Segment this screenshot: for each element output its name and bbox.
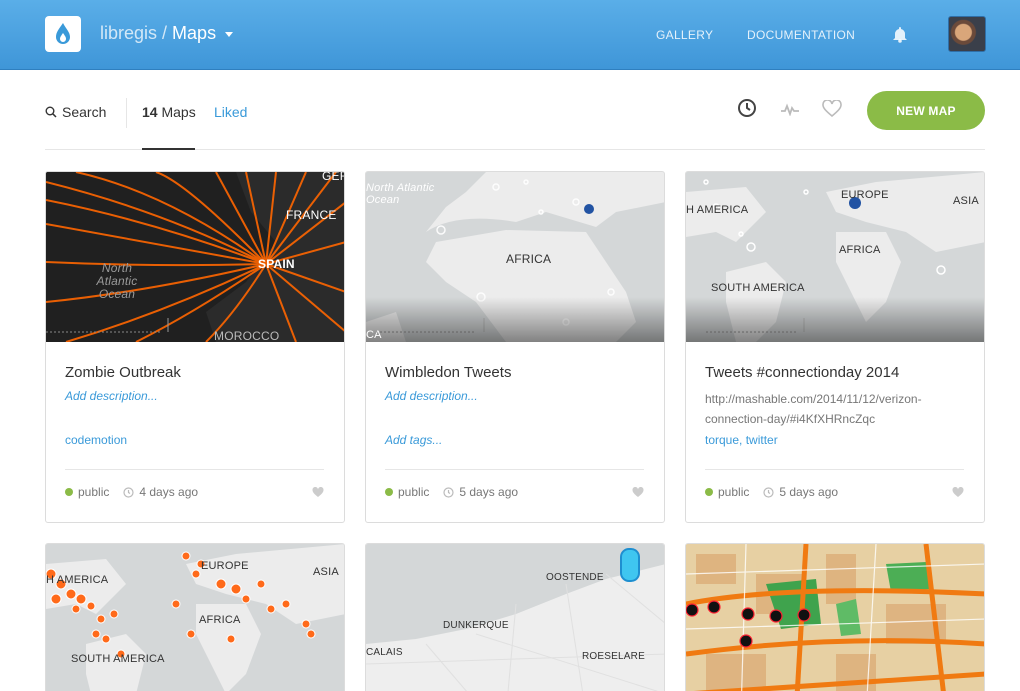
map-label: CA (366, 329, 382, 341)
map-thumbnail[interactable]: GER FRANCE SPAIN North Atlantic Ocean MO… (46, 172, 344, 342)
map-label: SOUTH AMERICA (71, 653, 165, 665)
map-card[interactable] (685, 543, 985, 691)
map-label: H AMERICA (46, 574, 109, 586)
map-thumbnail-graphic (46, 544, 344, 691)
map-label: EUROPE (201, 560, 249, 572)
thumbnail-shade (686, 297, 984, 342)
map-tags[interactable]: torque, twitter (705, 433, 778, 447)
updated-time: 5 days ago (779, 485, 839, 499)
map-label: CALAIS (366, 647, 403, 658)
search-icon (45, 106, 57, 118)
map-title[interactable]: Zombie Outbreak (65, 364, 181, 381)
card-divider (65, 469, 324, 470)
map-thumbnail[interactable]: North Atlantic Ocean AFRICA CA (366, 172, 664, 342)
map-label: AFRICA (506, 252, 552, 266)
map-label: ASIA (953, 195, 979, 207)
privacy-dot-icon (385, 488, 393, 496)
map-card[interactable]: EUROPE H AMERICA ASIA AFRICA SOUTH AMERI… (685, 171, 985, 523)
card-divider (705, 469, 964, 470)
active-tab-indicator (142, 148, 195, 150)
map-label: OOSTENDE (546, 572, 604, 583)
top-navigation-bar: libregis / Maps GALLERY DOCUMENTATION (0, 0, 1020, 70)
heart-icon[interactable] (822, 100, 842, 118)
card-meta: public 5 days ago (385, 485, 518, 499)
map-description[interactable]: http://mashable.com/2014/11/12/verizon-c… (705, 389, 965, 429)
nav-documentation-link[interactable]: DOCUMENTATION (747, 28, 855, 42)
map-tags[interactable]: codemotion (65, 433, 127, 447)
new-map-button[interactable]: NEW MAP (867, 91, 985, 130)
map-card[interactable]: H AMERICA EUROPE ASIA AFRICA SOUTH AMERI… (45, 543, 345, 691)
privacy-label[interactable]: public (718, 485, 749, 499)
avatar[interactable] (948, 16, 986, 52)
chevron-down-icon[interactable] (225, 31, 234, 37)
map-thumbnail[interactable]: H AMERICA EUROPE ASIA AFRICA SOUTH AMERI… (46, 544, 344, 691)
maps-count: 14 (142, 104, 158, 120)
clock-icon (443, 486, 454, 498)
map-label: ASIA (313, 566, 339, 578)
thumbnail-shade (366, 297, 664, 342)
add-description-link[interactable]: Add description... (65, 389, 158, 403)
map-label: North Atlantic Ocean (366, 182, 435, 206)
updated-time: 4 days ago (139, 485, 199, 499)
nav-gallery-link[interactable]: GALLERY (656, 28, 713, 42)
map-thumbnail[interactable]: EUROPE H AMERICA ASIA AFRICA SOUTH AMERI… (686, 172, 984, 342)
breadcrumb-section[interactable]: Maps (172, 23, 216, 43)
map-label: DUNKERQUE (443, 620, 509, 631)
map-card[interactable]: GER FRANCE SPAIN North Atlantic Ocean MO… (45, 171, 345, 523)
map-title[interactable]: Tweets #connectionday 2014 (705, 364, 899, 381)
map-thumbnail[interactable] (686, 544, 984, 691)
map-label: North Atlantic Ocean (96, 261, 138, 301)
clock-icon[interactable] (737, 98, 757, 118)
like-heart-icon[interactable] (312, 487, 324, 498)
like-heart-icon[interactable] (952, 487, 964, 498)
privacy-label[interactable]: public (398, 485, 429, 499)
bell-icon[interactable] (892, 26, 908, 43)
search-label: Search (62, 104, 107, 120)
toolbar-divider (126, 98, 127, 128)
card-body: Zombie Outbreak Add description... codem… (46, 342, 344, 522)
privacy-dot-icon (705, 488, 713, 496)
card-divider (385, 469, 644, 470)
map-label: AFRICA (199, 614, 241, 626)
card-body: Tweets #connectionday 2014 http://mashab… (686, 342, 984, 522)
map-label: EUROPE (841, 189, 889, 201)
map-label: SPAIN (258, 257, 295, 271)
map-label: GER (322, 172, 344, 183)
card-meta: public 4 days ago (65, 485, 198, 499)
maps-tab-label: Maps (161, 104, 196, 120)
add-tags-link[interactable]: Add tags... (385, 433, 442, 447)
map-card[interactable]: North Atlantic Ocean AFRICA CA Wimbledon… (365, 171, 665, 523)
clock-icon (763, 486, 774, 498)
maps-toolbar: Search 14 Maps Liked NEW MAP (45, 90, 985, 150)
breadcrumb-user[interactable]: libregis / (100, 23, 167, 43)
map-thumbnail[interactable]: OOSTENDE DUNKERQUE CALAIS ROESELARE (366, 544, 664, 691)
map-label: H AMERICA (686, 204, 749, 216)
like-heart-icon[interactable] (632, 487, 644, 498)
privacy-label[interactable]: public (78, 485, 109, 499)
map-thumbnail-graphic (46, 172, 344, 342)
map-thumbnail-graphic (366, 544, 664, 691)
map-title[interactable]: Wimbledon Tweets (385, 364, 511, 381)
app-logo[interactable] (45, 16, 81, 52)
privacy-dot-icon (65, 488, 73, 496)
card-meta: public 5 days ago (705, 485, 838, 499)
tab-liked[interactable]: Liked (214, 104, 247, 120)
clock-icon (123, 486, 134, 498)
search-button[interactable]: Search (45, 104, 106, 120)
breadcrumb[interactable]: libregis / Maps (100, 23, 234, 44)
map-label: ROESELARE (582, 651, 645, 662)
card-body: Wimbledon Tweets Add description... Add … (366, 342, 664, 522)
map-label: MOROCCO (214, 329, 280, 342)
tab-maps[interactable]: 14 Maps (142, 104, 196, 120)
map-card[interactable]: OOSTENDE DUNKERQUE CALAIS ROESELARE (365, 543, 665, 691)
activity-icon[interactable] (780, 102, 800, 116)
updated-time: 5 days ago (459, 485, 519, 499)
map-thumbnail-graphic (686, 544, 984, 691)
map-label: FRANCE (286, 208, 337, 222)
flame-icon (56, 23, 70, 44)
map-label: AFRICA (839, 244, 881, 256)
add-description-link[interactable]: Add description... (385, 389, 478, 403)
map-label: SOUTH AMERICA (711, 282, 805, 294)
